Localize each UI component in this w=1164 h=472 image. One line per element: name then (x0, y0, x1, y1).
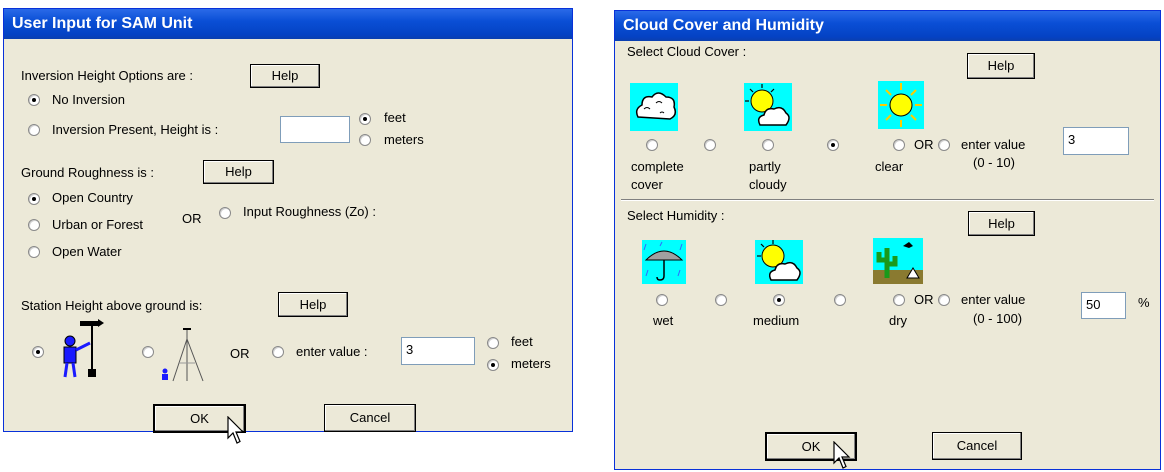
select-cloud-label: Select Cloud Cover : (627, 44, 747, 59)
station-feet-radio[interactable] (487, 337, 499, 349)
input-roughness-radio[interactable] (219, 207, 231, 219)
partly-cloudy-label-2: cloudy (749, 177, 787, 192)
inversion-present-radio[interactable] (28, 124, 40, 136)
cloud-humidity-dialog: Cloud Cover and Humidity Select Cloud Co… (614, 10, 1161, 470)
no-inversion-radio[interactable] (28, 94, 40, 106)
inversion-feet-radio[interactable] (359, 113, 371, 125)
station-or-label: OR (230, 346, 250, 361)
cloud-title: Cloud Cover and Humidity (623, 17, 824, 34)
humidity-enter-value-label: enter value (961, 292, 1026, 307)
complete-cover-label-2: cover (631, 177, 663, 192)
ground-roughness-label: Ground Roughness is : (21, 165, 154, 180)
humidity-range-label: (0 - 100) (973, 311, 1023, 326)
sam-title: User Input for SAM Unit (12, 15, 193, 32)
humidity-medium-radio[interactable] (773, 294, 785, 306)
humidity-wet-radio[interactable] (656, 294, 668, 306)
input-roughness-label: Input Roughness (Zo) : (243, 204, 376, 219)
cloud-cancel-button[interactable]: Cancel (932, 432, 1022, 460)
cloud-value-input[interactable]: 3 (1063, 127, 1129, 155)
humidity-between-1-radio[interactable] (715, 294, 727, 306)
dry-desert-icon (873, 238, 923, 284)
station-help-button[interactable]: Help (278, 292, 348, 317)
open-country-label: Open Country (52, 190, 133, 205)
inversion-height-input[interactable] (280, 116, 350, 143)
roughness-or-label: OR (182, 211, 202, 226)
inversion-help-button[interactable]: Help (250, 64, 320, 88)
person-height-radio[interactable] (32, 346, 44, 358)
cloud-clear-radio[interactable] (893, 139, 905, 151)
humidity-help-button[interactable]: Help (968, 211, 1035, 236)
cloud-range-label: (0 - 10) (973, 155, 1015, 170)
ground-help-button[interactable]: Help (203, 160, 274, 184)
enter-value-radio[interactable] (272, 346, 284, 358)
open-water-radio[interactable] (28, 246, 40, 258)
cloud-partly-radio[interactable] (762, 139, 774, 151)
percent-label: % (1138, 295, 1150, 310)
mouse-cursor-icon (227, 416, 245, 444)
humidity-dry-radio[interactable] (893, 294, 905, 306)
humidity-value-input[interactable]: 50 (1081, 292, 1126, 319)
inversion-label: Inversion Height Options are : (21, 68, 193, 83)
sam-title-bar: User Input for SAM Unit (4, 9, 572, 39)
inversion-meters-radio[interactable] (359, 134, 371, 146)
station-height-label: Station Height above ground is: (21, 298, 203, 313)
station-height-input[interactable]: 3 (401, 337, 475, 365)
inversion-present-label: Inversion Present, Height is : (52, 122, 219, 137)
cloud-help-button[interactable]: Help (967, 53, 1035, 79)
station-meters-label: meters (511, 356, 551, 371)
medium-label: medium (753, 313, 800, 328)
clear-label: clear (875, 159, 904, 174)
person-with-instrument-icon (63, 319, 104, 378)
tripod-tower-icon (162, 328, 204, 382)
inversion-meters-label: meters (384, 132, 424, 147)
open-country-radio[interactable] (28, 193, 40, 205)
humidity-between-2-radio[interactable] (834, 294, 846, 306)
no-inversion-label: No Inversion (52, 92, 125, 107)
inversion-feet-label: feet (384, 110, 406, 125)
cloud-enter-value-label: enter value (961, 137, 1026, 152)
complete-cover-cloud-icon (630, 83, 678, 131)
select-humidity-label: Select Humidity : (627, 208, 725, 223)
cloud-between-1-radio[interactable] (704, 139, 716, 151)
sam-cancel-button[interactable]: Cancel (324, 404, 416, 432)
complete-cover-label-1: complete (631, 159, 684, 174)
cloud-or-label: OR (914, 137, 934, 152)
section-divider (621, 199, 1154, 201)
partly-cloudy-icon (744, 83, 792, 131)
cloud-between-2-radio[interactable] (827, 139, 839, 151)
partly-cloudy-label-1: partly (749, 159, 781, 174)
mouse-cursor-icon (833, 441, 851, 469)
urban-forest-radio[interactable] (28, 219, 40, 231)
tower-height-radio[interactable] (142, 346, 154, 358)
wet-label: wet (653, 313, 674, 328)
station-feet-label: feet (511, 334, 533, 349)
humidity-or-label: OR (914, 292, 934, 307)
cloud-enter-value-radio[interactable] (938, 139, 950, 151)
medium-humidity-icon (755, 240, 803, 284)
wet-umbrella-icon (642, 240, 686, 284)
clear-sun-icon (878, 81, 924, 129)
dry-label: dry (889, 313, 908, 328)
humidity-enter-value-radio[interactable] (938, 294, 950, 306)
cloud-title-bar: Cloud Cover and Humidity (615, 11, 1160, 41)
cloud-complete-radio[interactable] (646, 139, 658, 151)
station-meters-radio[interactable] (487, 359, 499, 371)
sam-dialog: User Input for SAM Unit Inversion Height… (3, 8, 573, 444)
open-water-label: Open Water (52, 244, 122, 259)
enter-value-label: enter value : (296, 344, 368, 359)
urban-forest-label: Urban or Forest (52, 217, 144, 232)
